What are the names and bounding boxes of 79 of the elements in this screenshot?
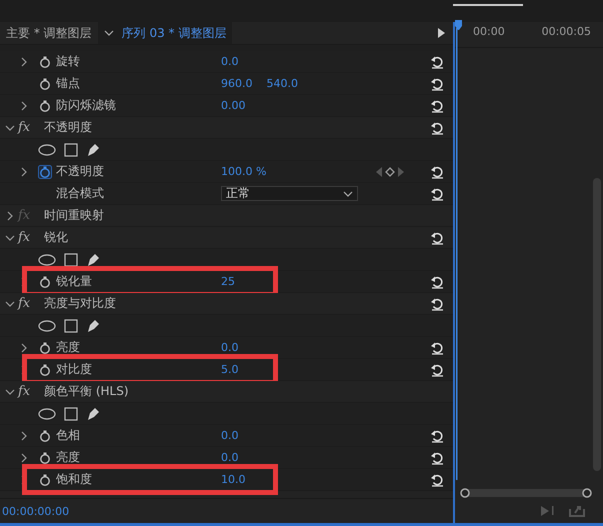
ellipse-mask-icon[interactable] (38, 408, 56, 420)
property-label: 色相 (56, 427, 80, 444)
stopwatch-icon[interactable] (38, 340, 52, 354)
rectangle-mask-icon[interactable] (64, 318, 78, 332)
rectangle-mask-icon[interactable] (64, 252, 78, 266)
property-label: 防闪烁滤镜 (56, 97, 116, 114)
play-icon[interactable] (438, 28, 445, 38)
fx-badge[interactable]: fx (18, 120, 40, 135)
property-value[interactable]: 0.0 (221, 451, 238, 464)
property-value[interactable]: 100.0 % (221, 165, 266, 178)
property-value[interactable]: 0.0 (221, 429, 238, 442)
property-label: 对比度 (56, 361, 92, 378)
property-label: 不透明度 (56, 163, 104, 180)
effect-label: 颜色平衡 (HLS) (44, 383, 129, 400)
stopwatch-active-icon[interactable] (38, 164, 52, 178)
property-value[interactable]: 0.00 (221, 99, 246, 112)
zoom-scrollbar[interactable] (459, 487, 593, 499)
pen-icon[interactable] (86, 142, 100, 156)
source-tab[interactable]: 主要 * 调整图层 (0, 24, 98, 42)
reset-icon[interactable] (430, 274, 444, 288)
stopwatch-icon[interactable] (38, 450, 52, 464)
sequence-tab[interactable]: 序列 03 * 调整图层 (98, 22, 232, 44)
property-value[interactable]: 0.0 (221, 55, 238, 68)
rectangle-mask-icon[interactable] (64, 142, 78, 156)
property-label: 旋转 (56, 53, 80, 70)
property-value[interactable]: 0.0 (221, 341, 238, 354)
reset-icon[interactable] (430, 362, 444, 376)
property-label: 饱和度 (56, 471, 92, 488)
current-time[interactable]: 00:00:00:00 (0, 504, 70, 518)
property-label: 锐化量 (56, 273, 92, 290)
reset-icon[interactable] (430, 296, 444, 310)
effect-label: 不透明度 (44, 119, 92, 136)
fx-badge[interactable]: fx (18, 296, 40, 311)
playhead[interactable] (455, 20, 463, 480)
ruler-label: 00:00 (473, 25, 505, 40)
ellipse-mask-icon[interactable] (38, 320, 56, 332)
stopwatch-icon[interactable] (38, 54, 52, 68)
add-keyframe-icon[interactable] (384, 166, 396, 176)
property-value[interactable]: 960.0 (221, 77, 252, 90)
property-value[interactable]: 25 (221, 275, 235, 288)
effect-label: 时间重映射 (44, 207, 104, 224)
stopwatch-icon[interactable] (38, 428, 52, 442)
chevron-down-icon (104, 28, 114, 38)
reset-icon[interactable] (430, 230, 444, 244)
ellipse-mask-icon[interactable] (38, 254, 56, 266)
property-label: 混合模式 (56, 185, 104, 202)
stopwatch-icon[interactable] (38, 472, 52, 486)
property-label: 亮度 (56, 449, 80, 466)
reset-icon[interactable] (430, 164, 444, 178)
property-value[interactable]: 5.0 (221, 363, 238, 376)
reset-icon[interactable] (430, 450, 444, 464)
reset-icon[interactable] (430, 76, 444, 90)
reset-icon[interactable] (430, 120, 444, 134)
effect-label: 锐化 (44, 229, 68, 246)
stopwatch-icon[interactable] (38, 274, 52, 288)
property-value[interactable]: 10.0 (221, 473, 246, 486)
reset-icon[interactable] (430, 340, 444, 354)
ruler-label: 00:00:05 (542, 25, 591, 40)
ellipse-mask-icon[interactable] (38, 144, 56, 156)
fx-badge[interactable]: fx (18, 230, 40, 245)
stopwatch-icon[interactable] (38, 98, 52, 112)
pen-icon[interactable] (86, 252, 100, 266)
property-label: 亮度 (56, 339, 80, 356)
reset-icon[interactable] (430, 54, 444, 68)
reset-icon[interactable] (430, 98, 444, 112)
fx-badge[interactable]: fx (18, 384, 40, 399)
pen-icon[interactable] (86, 406, 100, 420)
property-label: 锚点 (56, 75, 80, 92)
chevron-down-icon (343, 190, 353, 198)
reset-icon[interactable] (430, 472, 444, 486)
rectangle-mask-icon[interactable] (64, 406, 78, 420)
effect-label: 亮度与对比度 (44, 295, 116, 312)
property-value[interactable]: 540.0 (266, 77, 298, 90)
stopwatch-icon[interactable] (38, 76, 52, 90)
blend-mode-dropdown[interactable]: 正常 (221, 186, 358, 201)
reset-icon[interactable] (430, 428, 444, 442)
pen-icon[interactable] (86, 318, 100, 332)
reset-icon[interactable] (430, 186, 444, 200)
stopwatch-icon[interactable] (38, 362, 52, 376)
